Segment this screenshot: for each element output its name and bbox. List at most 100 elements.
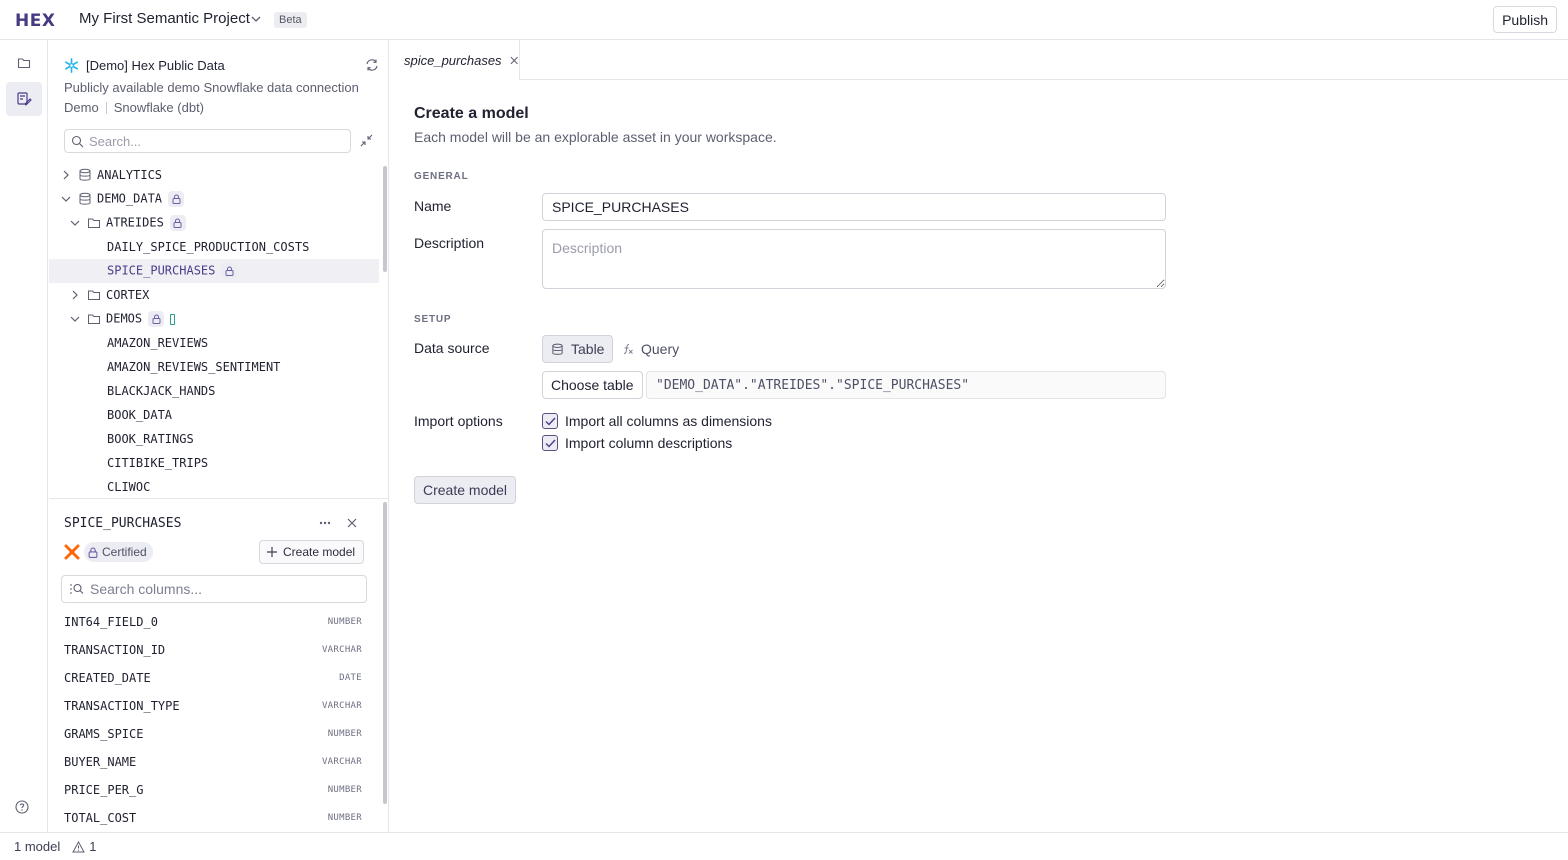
column-row[interactable]: TRANSACTION_ID VARCHAR — [64, 636, 362, 664]
meta-divider — [105, 101, 107, 114]
import-descriptions-option[interactable]: Import column descriptions — [542, 435, 732, 451]
name-label: Name — [414, 198, 452, 214]
column-name: CREATED_DATE — [64, 671, 151, 685]
data-source-query-option[interactable]: Query — [622, 335, 679, 363]
tree-item-amazon-reviews-sentiment[interactable]: AMAZON_REVIEWS_SENTIMENT — [49, 355, 379, 379]
connection-header[interactable]: [Demo] Hex Public Data — [64, 58, 225, 73]
tree-item-spice-purchases[interactable]: SPICE_PURCHASES — [49, 259, 379, 283]
model-count[interactable]: 1 model — [14, 839, 60, 854]
column-search[interactable] — [61, 575, 367, 603]
connection-name: [Demo] Hex Public Data — [86, 58, 225, 73]
folder-icon — [17, 58, 31, 69]
database-icon — [79, 168, 91, 181]
table-option-label: Table — [571, 341, 605, 357]
tree-item-label: ATREIDES — [106, 215, 164, 230]
column-name: BUYER_NAME — [64, 755, 137, 769]
name-input[interactable] — [542, 193, 1166, 221]
chevron-right-icon[interactable] — [60, 169, 72, 181]
schema-search-input[interactable] — [89, 133, 329, 149]
check-icon — [545, 439, 556, 448]
snowflake-icon — [65, 58, 78, 73]
tree-item-book-ratings[interactable]: BOOK_RATINGS — [49, 427, 379, 451]
warning-icon — [72, 840, 86, 852]
tree-item-blackjack-hands[interactable]: BLACKJACK_HANDS — [49, 379, 379, 403]
plus-icon — [267, 547, 277, 557]
tree-item-daily-spice-production-costs[interactable]: DAILY_SPICE_PRODUCTION_COSTS — [49, 235, 379, 259]
tree-item-atreides[interactable]: ATREIDES — [49, 211, 379, 235]
tree-item-label: AMAZON_REVIEWS_SENTIMENT — [107, 360, 281, 374]
column-name: TRANSACTION_ID — [64, 643, 166, 657]
tree-item-demo-data[interactable]: DEMO_DATA — [49, 187, 379, 211]
tree-item-label: AMAZON_REVIEWS — [107, 336, 209, 350]
column-type: NUMBER — [327, 785, 362, 795]
chevron-down-icon[interactable] — [69, 217, 81, 229]
data-source-table-option[interactable]: Table — [542, 335, 614, 363]
help-button[interactable] — [14, 799, 30, 818]
column-row[interactable]: TOTAL_COST NUMBER — [64, 804, 362, 832]
tree-item-label: CITIBIKE_TRIPS — [107, 456, 209, 470]
panel-divider[interactable] — [49, 498, 389, 499]
check-icon — [545, 417, 556, 426]
chevron-down-icon[interactable] — [249, 12, 263, 26]
chevron-down-icon[interactable] — [60, 193, 72, 205]
connection-type: Snowflake (dbt) — [113, 100, 205, 115]
checkbox-checked[interactable] — [542, 413, 558, 429]
column-row[interactable]: INT64_FIELD_0 NUMBER — [64, 608, 362, 636]
folder-icon — [88, 290, 100, 300]
chevron-down-icon[interactable] — [69, 313, 81, 325]
chevron-right-icon[interactable] — [69, 289, 81, 301]
tree-item-citibike-trips[interactable]: CITIBIKE_TRIPS — [49, 451, 379, 475]
schema-search[interactable] — [64, 129, 351, 153]
column-row[interactable]: PRICE_PER_G NUMBER — [64, 776, 362, 804]
tree-item-label: DAILY_SPICE_PRODUCTION_COSTS — [107, 240, 310, 254]
import-options-label: Import options — [414, 413, 503, 429]
column-row[interactable]: TRANSACTION_TYPE VARCHAR — [64, 692, 362, 720]
columns-scrollbar[interactable] — [383, 502, 387, 804]
certified-badge: Certified — [84, 542, 153, 562]
column-type: DATE — [339, 673, 362, 683]
tree-item-book-data[interactable]: BOOK_DATA — [49, 403, 379, 427]
beta-badge: Beta — [274, 12, 307, 28]
choose-table-button[interactable]: Choose table — [542, 371, 643, 399]
data-browser-panel: [Demo] Hex Public Data Publicly availabl… — [49, 40, 389, 832]
tree-item-demos[interactable]: DEMOS — [49, 307, 379, 331]
column-search-input[interactable] — [90, 581, 350, 597]
column-row[interactable]: GRAMS_SPICE NUMBER — [64, 720, 362, 748]
collapse-all-icon[interactable] — [359, 133, 374, 148]
close-icon[interactable] — [345, 516, 359, 530]
refresh-icon[interactable] — [365, 58, 379, 72]
project-title[interactable]: My First Semantic Project — [79, 10, 250, 27]
column-name: INT64_FIELD_0 — [64, 615, 158, 629]
tree-item-label: CORTEX — [106, 288, 150, 302]
data-browser-nav-button[interactable] — [6, 82, 42, 116]
function-icon — [623, 344, 633, 354]
column-row[interactable]: BUYER_NAME VARCHAR — [64, 748, 362, 776]
lock-icon — [221, 263, 238, 279]
tab-spice-purchases[interactable]: spice_purchases — [390, 40, 520, 80]
import-dimensions-option[interactable]: Import all columns as dimensions — [542, 413, 772, 429]
column-type: NUMBER — [327, 813, 362, 823]
table-database-icon — [552, 343, 563, 355]
close-tab-icon[interactable] — [509, 55, 519, 66]
description-input[interactable] — [542, 229, 1166, 289]
tree-item-analytics[interactable]: ANALYTICS — [49, 163, 379, 187]
tree-item-cortex[interactable]: CORTEX — [49, 283, 379, 307]
files-nav-button[interactable] — [6, 46, 42, 80]
tree-scrollbar[interactable] — [383, 166, 387, 272]
column-type: NUMBER — [327, 729, 362, 739]
warnings-indicator[interactable]: 1 — [72, 839, 96, 854]
checkbox-checked[interactable] — [542, 435, 558, 451]
tab-label: spice_purchases — [404, 52, 502, 68]
general-section-label: GENERAL — [414, 171, 469, 182]
create-model-small-button[interactable]: Create model — [259, 540, 365, 564]
publish-button[interactable]: Publish — [1493, 6, 1557, 33]
more-options-icon[interactable] — [318, 516, 332, 530]
folder-icon — [88, 314, 100, 324]
tree-item-cliwoc[interactable]: CLIWOC — [49, 475, 379, 498]
import-dimensions-label: Import all columns as dimensions — [565, 413, 772, 429]
tree-item-amazon-reviews[interactable]: AMAZON_REVIEWS — [49, 331, 379, 355]
description-label: Description — [414, 235, 485, 251]
hex-logo[interactable]: HEX — [15, 11, 55, 31]
create-model-button[interactable]: Create model — [414, 476, 517, 504]
column-row[interactable]: CREATED_DATE DATE — [64, 664, 362, 692]
